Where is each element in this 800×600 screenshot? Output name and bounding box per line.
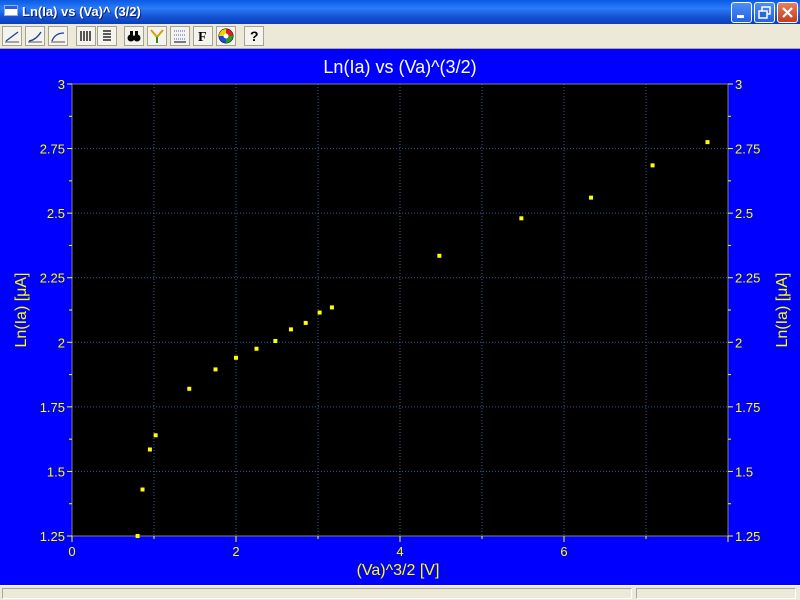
help-icon: ? bbox=[250, 28, 259, 44]
y-tick-label-right: 2.25 bbox=[735, 271, 760, 286]
x-axis-label: (Va)^3/2 [V] bbox=[357, 562, 440, 579]
smooth-chart-button[interactable] bbox=[48, 26, 68, 46]
y-tick-label-right: 2 bbox=[735, 335, 742, 350]
data-point bbox=[153, 433, 158, 438]
y-tick-label-left: 1.75 bbox=[40, 400, 65, 415]
y-tick-label-right: 2.75 bbox=[735, 142, 760, 157]
window-title: Ln(Ia) vs (Va)^ (3/2) bbox=[22, 4, 141, 19]
data-point bbox=[519, 216, 524, 221]
status-panel-main bbox=[2, 588, 632, 599]
grid-settings-icon bbox=[174, 30, 186, 43]
grid-settings-button[interactable] bbox=[170, 26, 190, 46]
y-tick-label-right: 1.75 bbox=[735, 400, 760, 415]
bar-chart-icon bbox=[80, 31, 91, 41]
svg-text:F: F bbox=[198, 30, 207, 45]
data-point bbox=[273, 338, 278, 343]
data-point bbox=[329, 305, 334, 310]
y-tick-label-right: 2.5 bbox=[735, 206, 753, 221]
list-button[interactable] bbox=[97, 26, 117, 46]
help-button[interactable]: ? bbox=[244, 26, 264, 46]
filter-button[interactable] bbox=[147, 26, 167, 46]
curve-chart-button[interactable] bbox=[25, 26, 45, 46]
y-tick-label-left: 3 bbox=[58, 77, 65, 92]
chart-title: Ln(Ia) vs (Va)^(3/2) bbox=[323, 57, 476, 77]
data-point bbox=[213, 367, 218, 372]
line-chart-button[interactable] bbox=[2, 26, 22, 46]
font-icon: F bbox=[198, 30, 207, 45]
y-tick-label-left: 2 bbox=[58, 335, 65, 350]
status-bar bbox=[0, 585, 800, 600]
y-tick-label-left: 1.25 bbox=[40, 529, 65, 544]
font-button[interactable]: F bbox=[193, 26, 213, 46]
y-tick-label-left: 1.5 bbox=[47, 464, 65, 479]
filter-icon bbox=[150, 29, 164, 43]
smooth-chart-icon bbox=[51, 32, 65, 43]
scatter-chart: 1.25 1.25 1.5 1.5 1.75 1.75 2 2 2.25 2.25 2.5 2.5 2.… bbox=[13, 57, 791, 579]
window-title-bar[interactable]: Ln(Ia) vs (Va)^ (3/2) bbox=[0, 0, 800, 24]
data-point bbox=[705, 140, 710, 145]
y-tick-label-right: 1.5 bbox=[735, 464, 753, 479]
restore-icon bbox=[758, 6, 771, 19]
close-icon bbox=[782, 7, 793, 18]
status-panel-secondary bbox=[636, 588, 796, 599]
x-tick-label: 0 bbox=[68, 544, 75, 559]
data-point bbox=[147, 447, 152, 452]
y-axis-label-left: Ln(Ia) [μA] bbox=[13, 272, 30, 347]
y-tick-label-left: 2.75 bbox=[40, 142, 65, 157]
svg-text:?: ? bbox=[250, 28, 259, 44]
data-point bbox=[187, 386, 192, 391]
list-icon bbox=[103, 30, 111, 41]
data-point bbox=[650, 163, 655, 168]
close-button[interactable] bbox=[777, 2, 798, 23]
data-point bbox=[135, 534, 140, 538]
data-point bbox=[303, 320, 308, 325]
line-chart-icon bbox=[5, 31, 19, 43]
y-tick-label-right: 1.25 bbox=[735, 529, 760, 544]
data-point bbox=[234, 355, 238, 360]
y-tick-label-right: 3 bbox=[735, 77, 742, 92]
x-tick-label: 4 bbox=[396, 544, 403, 559]
color-palette-icon bbox=[218, 28, 234, 44]
minimize-icon bbox=[737, 15, 744, 18]
restore-button[interactable] bbox=[754, 2, 775, 23]
data-point bbox=[317, 310, 322, 315]
x-tick-label: 2 bbox=[232, 544, 239, 559]
data-point bbox=[140, 487, 145, 492]
curve-chart-icon bbox=[28, 31, 42, 43]
binoculars-icon bbox=[127, 31, 141, 42]
minimize-button[interactable] bbox=[731, 2, 752, 23]
chart-panel: 1.25 1.25 1.5 1.5 1.75 1.75 2 2 2.25 2.25 2.5 2.5 2.… bbox=[0, 49, 800, 585]
color-palette-button[interactable] bbox=[216, 26, 236, 46]
toolbar: F ? bbox=[0, 24, 800, 49]
y-tick-label-left: 2.5 bbox=[47, 206, 65, 221]
data-point bbox=[288, 327, 293, 332]
data-point bbox=[589, 195, 594, 200]
x-tick-label: 6 bbox=[560, 544, 567, 559]
bar-chart-button[interactable] bbox=[76, 26, 96, 46]
find-button[interactable] bbox=[124, 26, 144, 46]
data-point bbox=[254, 346, 259, 351]
data-point bbox=[437, 253, 442, 258]
app-window-icon bbox=[4, 5, 18, 16]
y-axis-label-right: Ln(Ia) [μA] bbox=[774, 272, 791, 347]
y-tick-label-left: 2.25 bbox=[40, 271, 65, 286]
